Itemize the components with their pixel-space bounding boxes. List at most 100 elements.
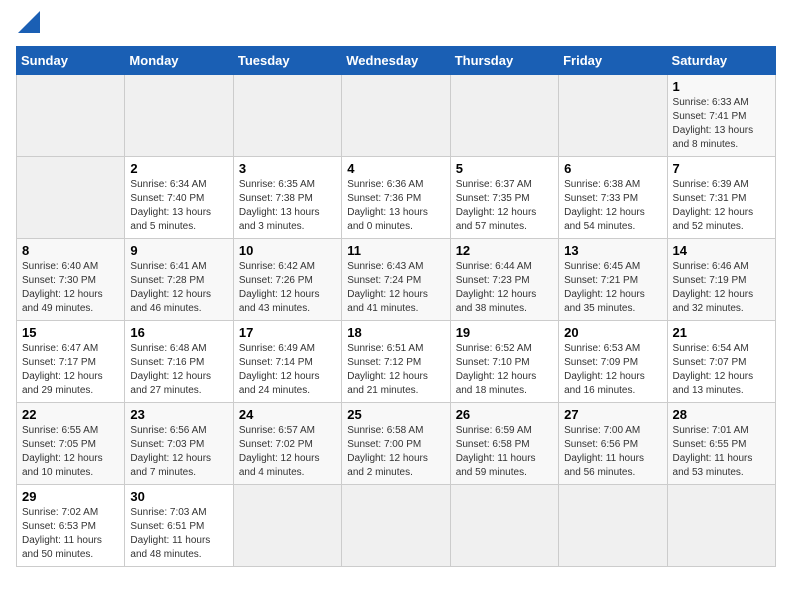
empty-cell <box>17 74 125 156</box>
day-cell-13: 13 Sunrise: 6:45 AMSunset: 7:21 PMDayligh… <box>559 238 667 320</box>
day-number: 12 <box>456 243 553 258</box>
day-cell-23: 23 Sunrise: 6:56 AMSunset: 7:03 PMDayligh… <box>125 402 233 484</box>
calendar-week-5: 29Sunrise: 7:02 AMSunset: 6:53 PMDayligh… <box>17 484 776 566</box>
day-number: 23 <box>130 407 227 422</box>
day-number: 18 <box>347 325 444 340</box>
day-cell-26: 26Sunrise: 6:59 AMSunset: 6:58 PMDayligh… <box>450 402 558 484</box>
day-number: 15 <box>22 325 119 340</box>
day-detail: Sunrise: 6:37 AMSunset: 7:35 PMDaylight:… <box>456 178 553 234</box>
empty-cell <box>559 74 667 156</box>
day-number: 27 <box>564 407 661 422</box>
day-cell-10: 10Sunrise: 6:42 AMSunset: 7:26 PMDayligh… <box>233 238 341 320</box>
empty-cell <box>125 74 233 156</box>
day-number: 11 <box>347 243 444 258</box>
day-number: 25 <box>347 407 444 422</box>
day-number: 20 <box>564 325 661 340</box>
calendar-week-1: 2 Sunrise: 6:34 AMSunset: 7:40 PMDaylight… <box>17 156 776 238</box>
day-detail: Sunrise: 7:02 AMSunset: 6:53 PMDaylight:… <box>22 506 119 562</box>
day-detail: Sunrise: 6:33 AMSunset: 7:41 PMDaylight:… <box>673 96 770 152</box>
day-detail: Sunrise: 6:44 AMSunset: 7:23 PMDaylight:… <box>456 260 553 316</box>
calendar-table: SundayMondayTuesdayWednesdayThursdayFrid… <box>16 46 776 567</box>
day-cell-30: 30Sunrise: 7:03 AMSunset: 6:51 PMDayligh… <box>125 484 233 566</box>
day-detail: Sunrise: 6:55 AMSunset: 7:05 PMDaylight:… <box>22 424 119 480</box>
day-detail: Sunrise: 7:00 AMSunset: 6:56 PMDaylight:… <box>564 424 661 480</box>
day-number: 14 <box>673 243 770 258</box>
day-detail: Sunrise: 6:48 AMSunset: 7:16 PMDaylight:… <box>130 342 227 398</box>
day-cell-8: 8 Sunrise: 6:40 AMSunset: 7:30 PMDaylight… <box>17 238 125 320</box>
day-number: 28 <box>673 407 770 422</box>
day-cell-2: 2 Sunrise: 6:34 AMSunset: 7:40 PMDaylight… <box>125 156 233 238</box>
day-number: 13 <box>564 243 661 258</box>
page-header <box>16 16 776 36</box>
empty-cell <box>667 484 775 566</box>
day-cell-15: 15 Sunrise: 6:47 AMSunset: 7:17 PMDayligh… <box>17 320 125 402</box>
logo <box>16 16 40 36</box>
day-cell-20: 20 Sunrise: 6:53 AMSunset: 7:09 PMDayligh… <box>559 320 667 402</box>
day-number: 7 <box>673 161 770 176</box>
day-cell-6: 6 Sunrise: 6:38 AMSunset: 7:33 PMDaylight… <box>559 156 667 238</box>
day-detail: Sunrise: 6:45 AMSunset: 7:21 PMDaylight:… <box>564 260 661 316</box>
day-number: 24 <box>239 407 336 422</box>
day-cell-14: 14 Sunrise: 6:46 AMSunset: 7:19 PMDayligh… <box>667 238 775 320</box>
logo-icon <box>18 11 40 33</box>
day-cell-19: 19Sunrise: 6:52 AMSunset: 7:10 PMDayligh… <box>450 320 558 402</box>
day-detail: Sunrise: 6:41 AMSunset: 7:28 PMDaylight:… <box>130 260 227 316</box>
day-cell-1: 1 Sunrise: 6:33 AMSunset: 7:41 PMDaylight… <box>667 74 775 156</box>
day-number: 9 <box>130 243 227 258</box>
day-detail: Sunrise: 6:34 AMSunset: 7:40 PMDaylight:… <box>130 178 227 234</box>
day-number: 8 <box>22 243 119 258</box>
day-cell-18: 18 Sunrise: 6:51 AMSunset: 7:12 PMDayligh… <box>342 320 450 402</box>
day-cell-22: 22 Sunrise: 6:55 AMSunset: 7:05 PMDayligh… <box>17 402 125 484</box>
day-detail: Sunrise: 6:51 AMSunset: 7:12 PMDaylight:… <box>347 342 444 398</box>
day-number: 21 <box>673 325 770 340</box>
day-detail: Sunrise: 6:53 AMSunset: 7:09 PMDaylight:… <box>564 342 661 398</box>
day-number: 1 <box>673 79 770 94</box>
day-detail: Sunrise: 6:43 AMSunset: 7:24 PMDaylight:… <box>347 260 444 316</box>
day-detail: Sunrise: 6:54 AMSunset: 7:07 PMDaylight:… <box>673 342 770 398</box>
day-detail: Sunrise: 6:35 AMSunset: 7:38 PMDaylight:… <box>239 178 336 234</box>
calendar-week-4: 22 Sunrise: 6:55 AMSunset: 7:05 PMDayligh… <box>17 402 776 484</box>
weekday-header-saturday: Saturday <box>667 46 775 74</box>
empty-cell <box>342 74 450 156</box>
day-number: 22 <box>22 407 119 422</box>
day-detail: Sunrise: 6:42 AMSunset: 7:26 PMDaylight:… <box>239 260 336 316</box>
day-cell-28: 28Sunrise: 7:01 AMSunset: 6:55 PMDayligh… <box>667 402 775 484</box>
day-cell-25: 25Sunrise: 6:58 AMSunset: 7:00 PMDayligh… <box>342 402 450 484</box>
day-cell-7: 7Sunrise: 6:39 AMSunset: 7:31 PMDaylight… <box>667 156 775 238</box>
day-detail: Sunrise: 6:47 AMSunset: 7:17 PMDaylight:… <box>22 342 119 398</box>
day-detail: Sunrise: 7:03 AMSunset: 6:51 PMDaylight:… <box>130 506 227 562</box>
empty-cell <box>342 484 450 566</box>
day-number: 2 <box>130 161 227 176</box>
day-cell-29: 29Sunrise: 7:02 AMSunset: 6:53 PMDayligh… <box>17 484 125 566</box>
day-cell-3: 3 Sunrise: 6:35 AMSunset: 7:38 PMDaylight… <box>233 156 341 238</box>
day-detail: Sunrise: 6:49 AMSunset: 7:14 PMDaylight:… <box>239 342 336 398</box>
calendar-week-3: 15 Sunrise: 6:47 AMSunset: 7:17 PMDayligh… <box>17 320 776 402</box>
calendar-header-row: SundayMondayTuesdayWednesdayThursdayFrid… <box>17 46 776 74</box>
day-cell-24: 24Sunrise: 6:57 AMSunset: 7:02 PMDayligh… <box>233 402 341 484</box>
day-number: 3 <box>239 161 336 176</box>
day-number: 26 <box>456 407 553 422</box>
empty-cell <box>450 484 558 566</box>
day-cell-17: 17 Sunrise: 6:49 AMSunset: 7:14 PMDayligh… <box>233 320 341 402</box>
empty-cell <box>559 484 667 566</box>
day-number: 16 <box>130 325 227 340</box>
calendar-week-0: 1 Sunrise: 6:33 AMSunset: 7:41 PMDaylight… <box>17 74 776 156</box>
day-detail: Sunrise: 6:40 AMSunset: 7:30 PMDaylight:… <box>22 260 119 316</box>
weekday-header-tuesday: Tuesday <box>233 46 341 74</box>
weekday-header-friday: Friday <box>559 46 667 74</box>
day-cell-12: 12 Sunrise: 6:44 AMSunset: 7:23 PMDayligh… <box>450 238 558 320</box>
day-cell-21: 21 Sunrise: 6:54 AMSunset: 7:07 PMDayligh… <box>667 320 775 402</box>
day-detail: Sunrise: 6:38 AMSunset: 7:33 PMDaylight:… <box>564 178 661 234</box>
day-number: 17 <box>239 325 336 340</box>
calendar-week-2: 8 Sunrise: 6:40 AMSunset: 7:30 PMDaylight… <box>17 238 776 320</box>
day-cell-11: 11 Sunrise: 6:43 AMSunset: 7:24 PMDayligh… <box>342 238 450 320</box>
day-cell-9: 9 Sunrise: 6:41 AMSunset: 7:28 PMDaylight… <box>125 238 233 320</box>
day-detail: Sunrise: 6:46 AMSunset: 7:19 PMDaylight:… <box>673 260 770 316</box>
empty-cell <box>17 156 125 238</box>
weekday-header-monday: Monday <box>125 46 233 74</box>
day-number: 19 <box>456 325 553 340</box>
calendar-body: 1 Sunrise: 6:33 AMSunset: 7:41 PMDaylight… <box>17 74 776 566</box>
day-detail: Sunrise: 6:56 AMSunset: 7:03 PMDaylight:… <box>130 424 227 480</box>
weekday-header-sunday: Sunday <box>17 46 125 74</box>
day-number: 6 <box>564 161 661 176</box>
